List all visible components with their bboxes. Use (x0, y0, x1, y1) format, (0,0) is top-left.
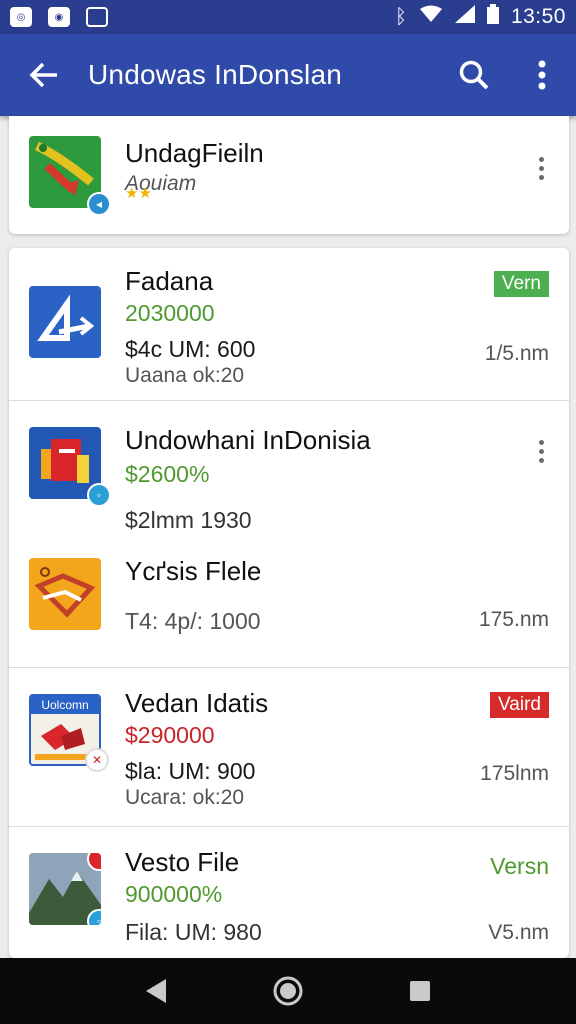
item-title: Vedan Idatis (125, 688, 269, 718)
map-app-icon: ◂ (29, 136, 111, 216)
list-item[interactable]: Ycґsis Flele T4: 4p/: 1000 175.nm (9, 538, 569, 666)
app-bar: Undowas InDonslan (0, 34, 576, 116)
item-price: $290000 (125, 722, 215, 748)
status-badge: Vern (493, 271, 549, 297)
item-price: 2030000 (125, 300, 215, 326)
item-title: Vesto File (125, 847, 240, 877)
camera-notification-icon: ◉ (48, 7, 70, 27)
top-app-more-button[interactable] (529, 148, 553, 188)
page-title: Undowas InDonslan (88, 59, 342, 90)
app-list-card: Fadana 2030000 $4c UM: 600 Uaana ok:20 V… (9, 248, 569, 958)
list-item[interactable]: Uolcomn ✕ Vedan Idatis $290000 $la: UM: … (9, 668, 569, 826)
more-vert-icon (538, 60, 546, 90)
item-title: Ycґsis Flele (125, 556, 262, 586)
document-app-icon: Uolcomn ✕ (29, 694, 109, 772)
item-size: $la: UM: 900 (125, 758, 256, 784)
update-badge-icon: ◦ (87, 483, 111, 507)
item-meta: 175.nm (478, 608, 549, 631)
item-size: Fila: UM: 980 (125, 919, 262, 945)
item-price: 900000% (125, 881, 223, 907)
update-badge-icon: ◂ (87, 192, 111, 216)
nav-back-button[interactable] (126, 961, 186, 1021)
status-badge: Vaird (490, 692, 549, 718)
nav-home-icon (273, 976, 303, 1006)
instagram-notification-icon: ◎ (10, 7, 32, 27)
list-item[interactable]: Fadana 2030000 $4c UM: 600 Uaana ok:20 V… (9, 248, 569, 400)
document-icon-label: Uolcomn (31, 696, 99, 714)
item-more-button[interactable] (529, 431, 553, 471)
item-meta: 1/5.nm (484, 342, 549, 365)
overflow-menu-button[interactable] (508, 34, 576, 116)
item-size: $2lmm 1930 (125, 507, 252, 533)
nav-recents-icon (410, 981, 430, 1001)
item-meta: V5.nm (488, 921, 549, 944)
search-button[interactable] (440, 34, 508, 116)
mountain-app-icon: ◦ (29, 853, 101, 925)
item-meta: 175lnm (480, 762, 549, 785)
item-title: Undowhani InDonisia (125, 425, 371, 455)
search-icon (459, 60, 489, 90)
close-badge-icon: ✕ (85, 748, 109, 772)
wifi-icon (419, 5, 443, 29)
item-subtitle: Uaana ok:20 (125, 364, 245, 387)
top-app-title: UndagFieiln (125, 138, 264, 168)
screen-notification-icon (86, 7, 108, 27)
signal-icon (454, 5, 475, 29)
status-badge: Versn (490, 853, 549, 879)
status-bar: ◎ ◉ ᛒ 13:50 (0, 0, 576, 34)
back-button[interactable] (0, 34, 88, 116)
item-subtitle: Ucara: ok:20 (125, 786, 245, 809)
bluetooth-icon: ᛒ (394, 5, 407, 28)
top-app-card[interactable]: ◂ UndagFieiln Aouiam ★★ (9, 116, 569, 234)
item-price: $2600% (125, 461, 210, 487)
status-time: 13:50 (510, 5, 566, 28)
flag-app-icon: ◦ (29, 427, 111, 507)
back-arrow-icon (29, 62, 57, 88)
rating-stars-icon: ★★ (125, 185, 152, 202)
envelope-app-icon (29, 558, 101, 630)
item-size: $4c UM: 600 (125, 336, 256, 362)
nav-back-icon (146, 979, 166, 1003)
battery-icon (486, 4, 499, 30)
item-title: Fadana (125, 266, 214, 296)
nav-home-button[interactable] (258, 961, 318, 1021)
list-item[interactable]: ◦ Undowhani InDonisia $2600% $2lmm 1930 (9, 401, 569, 533)
nav-recents-button[interactable] (390, 961, 450, 1021)
item-size: T4: 4p/: 1000 (125, 608, 261, 634)
list-item[interactable]: ◦ Vesto File 900000% Fila: UM: 980 Versn… (9, 827, 569, 958)
system-nav-bar (0, 958, 576, 1024)
arrow-app-icon (29, 286, 101, 358)
